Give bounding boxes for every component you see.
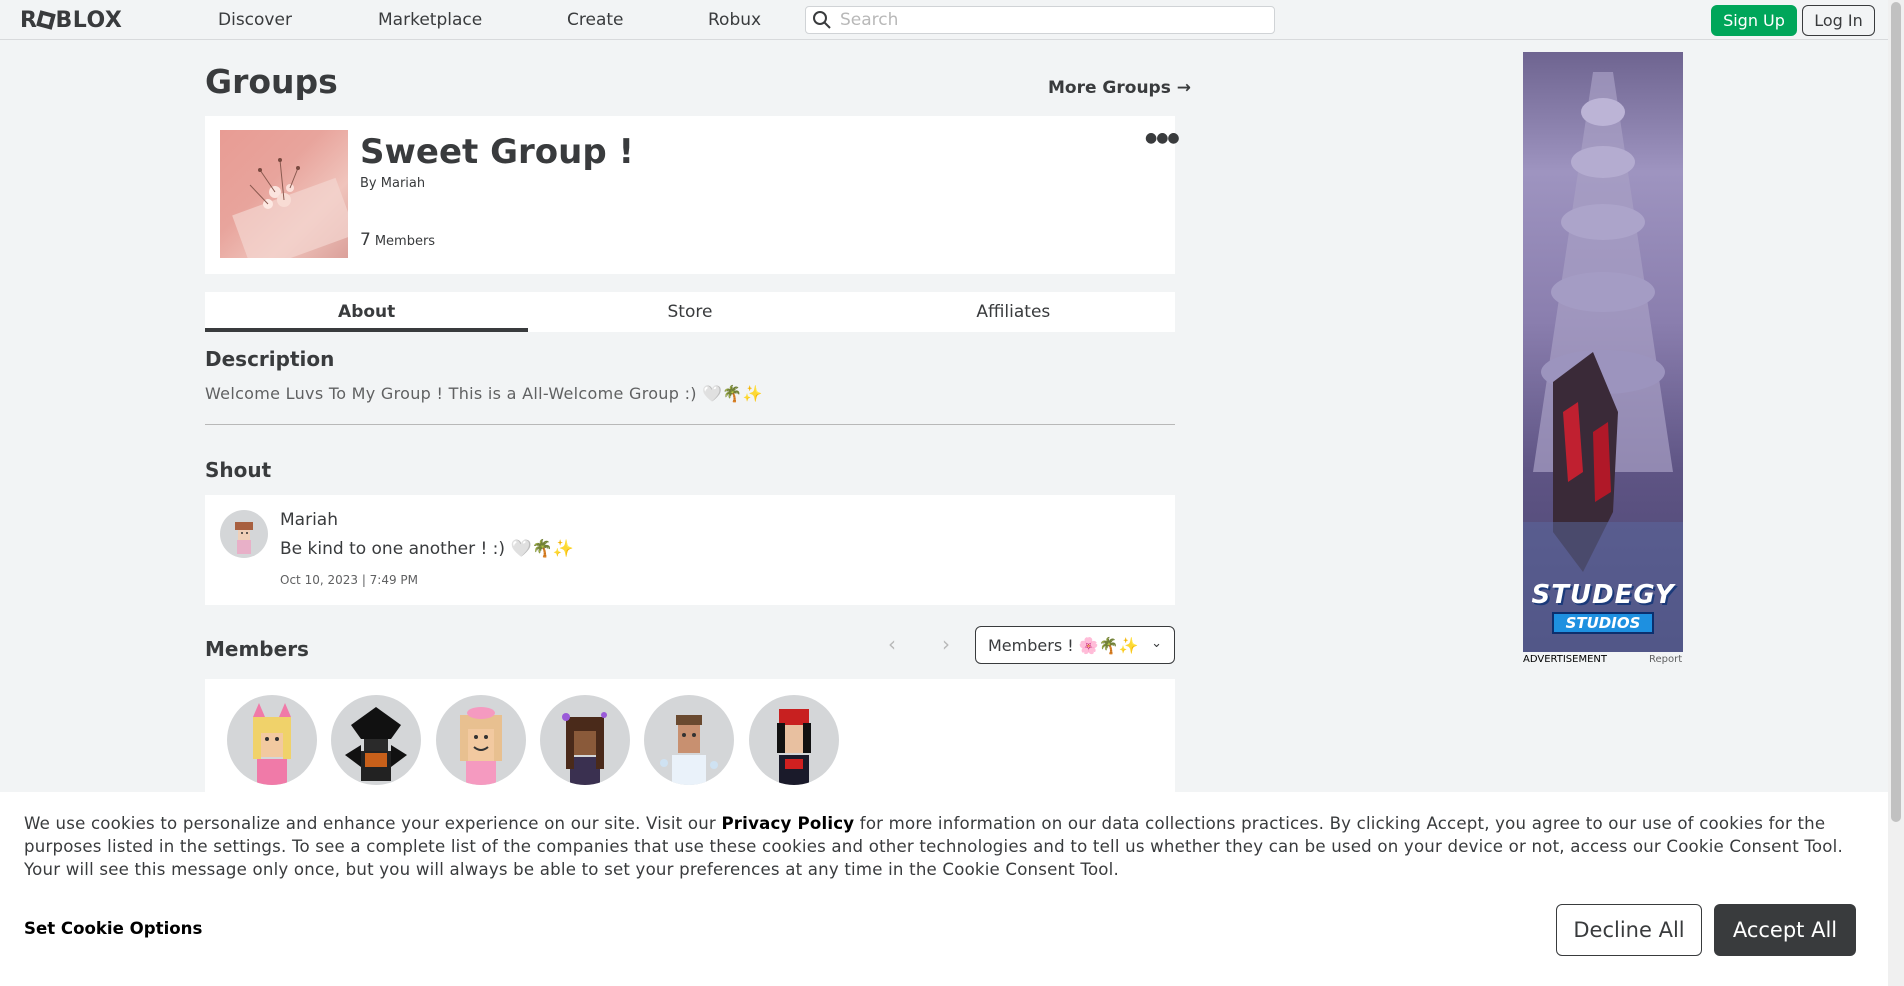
shout-heading: Shout bbox=[205, 458, 272, 482]
search-box[interactable] bbox=[805, 6, 1275, 34]
role-dropdown-value: Members ! 🌸🌴✨ bbox=[988, 635, 1139, 655]
tab-affiliates[interactable]: Affiliates bbox=[852, 292, 1175, 332]
group-member-count: 7 Members bbox=[360, 230, 435, 250]
nav-create[interactable]: Create bbox=[567, 10, 624, 30]
search-input[interactable] bbox=[840, 10, 1260, 30]
shout-author-avatar[interactable] bbox=[220, 510, 268, 558]
sign-up-button[interactable]: Sign Up bbox=[1711, 5, 1797, 36]
nav-discover[interactable]: Discover bbox=[218, 10, 292, 30]
privacy-policy-link[interactable]: Privacy Policy bbox=[721, 814, 854, 833]
advertisement-banner[interactable]: STUDEGY STUDIOS bbox=[1523, 52, 1683, 652]
chevron-left-icon[interactable]: ‹ bbox=[888, 632, 896, 656]
member-avatar[interactable] bbox=[227, 695, 317, 785]
page-title: Groups bbox=[205, 62, 338, 101]
ad-brand: STUDEGY STUDIOS bbox=[1523, 580, 1683, 634]
member-count-label: Members bbox=[374, 234, 436, 249]
group-emblem-image bbox=[220, 130, 348, 258]
tab-about[interactable]: About bbox=[205, 292, 529, 332]
cookie-message: We use cookies to personalize and enhanc… bbox=[24, 812, 1844, 881]
role-dropdown[interactable]: Members ! 🌸🌴✨ ⌄ bbox=[975, 626, 1175, 664]
group-header-card: Sweet Group ! By Mariah 7 Members ●●● bbox=[205, 116, 1180, 274]
ad-brand-top: STUDEGY bbox=[1531, 580, 1675, 610]
shout-author-name[interactable]: Mariah bbox=[280, 510, 338, 530]
chevron-right-icon[interactable]: › bbox=[942, 632, 950, 656]
ad-brand-bottom: STUDIOS bbox=[1551, 612, 1655, 634]
member-avatar[interactable] bbox=[436, 695, 526, 785]
top-navigation: R BLOX Discover Marketplace Create Robux … bbox=[0, 0, 1888, 40]
ellipsis-icon[interactable]: ●●● bbox=[1145, 130, 1180, 146]
group-owner-link[interactable]: Mariah bbox=[381, 176, 425, 191]
shout-card: Mariah Be kind to one another ! :) 🤍🌴✨ O… bbox=[205, 495, 1175, 605]
advertisement-label: ADVERTISEMENT bbox=[1523, 654, 1608, 665]
group-tabs: About Store Affiliates bbox=[205, 292, 1175, 332]
group-owner-line: By Mariah bbox=[360, 176, 425, 191]
by-label: By bbox=[360, 176, 377, 191]
decline-all-button[interactable]: Decline All bbox=[1556, 904, 1702, 956]
set-cookie-options-link[interactable]: Set Cookie Options bbox=[24, 919, 202, 938]
shout-timestamp: Oct 10, 2023 | 7:49 PM bbox=[280, 573, 419, 587]
more-groups-link[interactable]: More Groups → bbox=[1048, 78, 1191, 98]
member-avatar[interactable] bbox=[749, 695, 839, 785]
group-name: Sweet Group ! bbox=[360, 132, 635, 172]
cookie-text-before: We use cookies to personalize and enhanc… bbox=[24, 814, 722, 833]
roblox-logo[interactable]: R BLOX bbox=[20, 8, 122, 33]
description-heading: Description bbox=[205, 347, 335, 371]
tab-store[interactable]: Store bbox=[528, 292, 851, 332]
scrollbar-thumb[interactable] bbox=[1891, 2, 1901, 822]
member-avatar[interactable] bbox=[331, 695, 421, 785]
member-avatar[interactable] bbox=[540, 695, 630, 785]
nav-marketplace[interactable]: Marketplace bbox=[378, 10, 482, 30]
description-divider bbox=[205, 424, 1175, 425]
ad-report-link[interactable]: Report bbox=[1649, 654, 1682, 665]
description-text: Welcome Luvs To My Group ! This is a All… bbox=[205, 384, 763, 403]
search-icon bbox=[813, 11, 831, 29]
nav-robux[interactable]: Robux bbox=[708, 10, 761, 30]
accept-all-button[interactable]: Accept All bbox=[1714, 904, 1856, 956]
chevron-down-icon: ⌄ bbox=[1151, 636, 1162, 651]
page-scrollbar[interactable] bbox=[1888, 0, 1904, 986]
member-count-number: 7 bbox=[360, 230, 371, 250]
member-avatar[interactable] bbox=[644, 695, 734, 785]
members-heading: Members bbox=[205, 637, 309, 661]
shout-message: Be kind to one another ! :) 🤍🌴✨ bbox=[280, 539, 574, 559]
cookie-consent-banner: We use cookies to personalize and enhanc… bbox=[0, 792, 1888, 986]
members-list bbox=[205, 679, 1175, 799]
log-in-button[interactable]: Log In bbox=[1802, 5, 1875, 36]
